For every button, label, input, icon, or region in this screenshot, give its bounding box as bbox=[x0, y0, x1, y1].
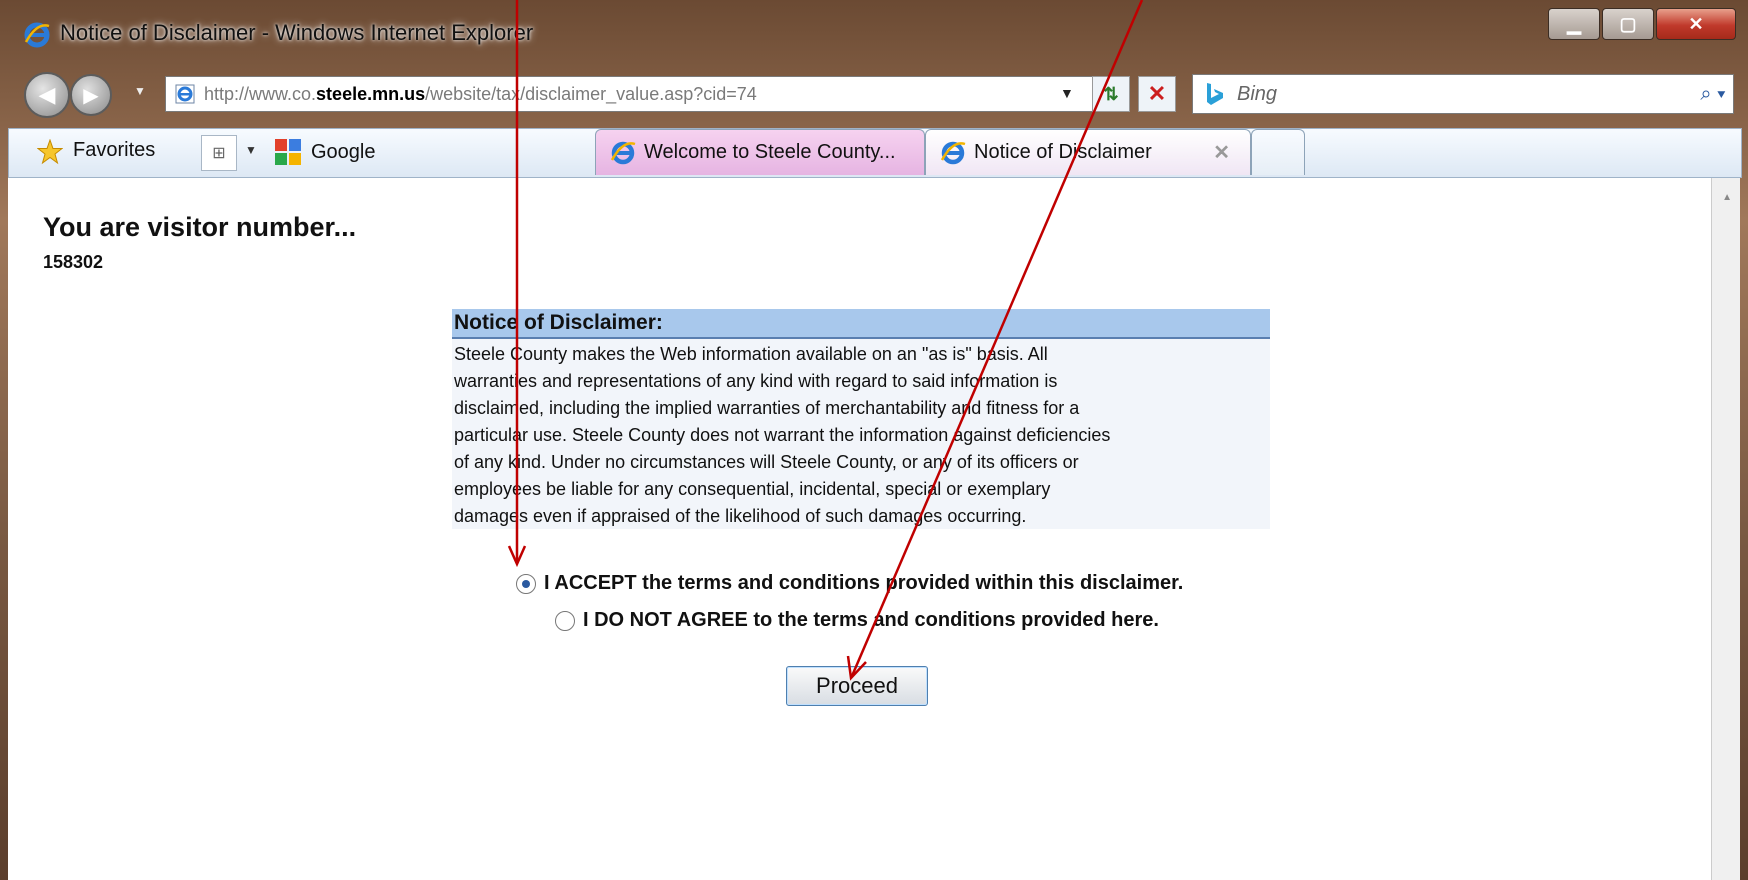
window-controls: ▁ ▢ ✕ bbox=[1546, 8, 1736, 40]
quick-tabs-icon: ⊞ bbox=[212, 145, 226, 162]
address-dropdown-icon[interactable]: ▼ bbox=[1060, 85, 1074, 101]
browser-window: Notice of Disclaimer - Windows Internet … bbox=[0, 0, 1748, 880]
navigation-bar: ◀ ▶ ▼ http://www.co.steele.mn.us/website… bbox=[0, 64, 1748, 122]
favorites-star-icon[interactable] bbox=[37, 139, 63, 165]
decline-option[interactable]: I DO NOT AGREE to the terms and conditio… bbox=[555, 609, 1159, 632]
ie-logo-icon bbox=[24, 22, 50, 48]
new-tab-button[interactable] bbox=[1251, 129, 1305, 175]
vertical-scrollbar[interactable]: ▲ bbox=[1711, 178, 1740, 880]
title-bar: Notice of Disclaimer - Windows Internet … bbox=[0, 0, 1748, 64]
tab-list-dropdown-icon[interactable]: ▼ bbox=[245, 143, 257, 157]
forward-button[interactable]: ▶ bbox=[70, 74, 112, 116]
disclaimer-line: employees be liable for any consequentia… bbox=[454, 479, 1051, 499]
search-icon[interactable]: ⌕ ▾ bbox=[1693, 83, 1733, 106]
disclaimer-line: Steele County makes the Web information … bbox=[454, 344, 1048, 364]
back-arrow-icon: ◀ bbox=[38, 82, 56, 107]
minimize-icon: ▁ bbox=[1567, 13, 1581, 34]
favorites-button[interactable]: Favorites bbox=[73, 139, 155, 162]
minimize-button[interactable]: ▁ bbox=[1548, 8, 1600, 40]
visitor-count: 158302 bbox=[43, 252, 104, 272]
page-content: You are visitor number... 158302 Notice … bbox=[8, 178, 1740, 880]
decline-label[interactable]: I DO NOT AGREE to the terms and conditio… bbox=[583, 609, 1159, 632]
close-button[interactable]: ✕ bbox=[1656, 8, 1736, 40]
refresh-button[interactable]: ⇅ bbox=[1092, 76, 1130, 112]
url-path: /website/tax/disclaimer_value.asp?cid=74 bbox=[425, 83, 757, 104]
refresh-icon: ⇅ bbox=[1103, 83, 1119, 104]
tab-notice-of-disclaimer[interactable]: Notice of Disclaimer ✕ bbox=[925, 129, 1251, 175]
bing-logo-icon bbox=[1207, 83, 1223, 105]
url-domain: steele.mn.us bbox=[316, 83, 426, 104]
back-button[interactable]: ◀ bbox=[24, 72, 70, 118]
scroll-up-arrow-icon[interactable]: ▲ bbox=[1722, 192, 1732, 203]
recent-pages-dropdown-icon[interactable]: ▼ bbox=[134, 84, 146, 98]
disclaimer-title: Notice of Disclaimer: bbox=[452, 309, 1270, 339]
stop-icon: ✕ bbox=[1147, 81, 1167, 106]
disclaimer-line: disclaimed, including the implied warran… bbox=[454, 398, 1080, 418]
search-box[interactable]: Bing ⌕ ▾ bbox=[1192, 74, 1734, 114]
search-placeholder[interactable]: Bing bbox=[1237, 83, 1693, 106]
page-icon bbox=[175, 84, 195, 104]
stop-button[interactable]: ✕ bbox=[1138, 76, 1176, 112]
window-title: Notice of Disclaimer - Windows Internet … bbox=[60, 20, 534, 45]
ie-page-icon bbox=[940, 141, 966, 164]
disclaimer-line: of any kind. Under no circumstances will… bbox=[454, 452, 1079, 472]
favorites-bar: Favorites ⊞ ▼ Google Welcome to Steele C… bbox=[8, 128, 1742, 178]
accept-label[interactable]: I ACCEPT the terms and conditions provid… bbox=[544, 572, 1183, 595]
google-icon[interactable] bbox=[273, 137, 303, 167]
url-prefix: http://www.co. bbox=[204, 83, 317, 104]
ie-page-icon bbox=[610, 141, 636, 164]
disclaimer-line: warranties and representations of any ki… bbox=[454, 371, 1058, 391]
forward-arrow-icon: ▶ bbox=[83, 84, 99, 107]
address-url[interactable]: http://www.co.steele.mn.us/website/tax/d… bbox=[204, 84, 757, 105]
tab-close-icon[interactable]: ✕ bbox=[1213, 140, 1230, 165]
disclaimer-line: damages even if appraised of the likelih… bbox=[454, 506, 1027, 526]
favorite-link-google[interactable]: Google bbox=[311, 141, 376, 164]
address-bar[interactable]: http://www.co.steele.mn.us/website/tax/d… bbox=[165, 76, 1097, 112]
tab-welcome-steele-county[interactable]: Welcome to Steele County... bbox=[595, 129, 925, 175]
accept-option[interactable]: I ACCEPT the terms and conditions provid… bbox=[516, 572, 1183, 595]
disclaimer-line: particular use. Steele County does not w… bbox=[454, 425, 1111, 445]
accept-radio[interactable] bbox=[516, 573, 536, 594]
maximize-icon: ▢ bbox=[1619, 13, 1637, 34]
tab-title: Notice of Disclaimer bbox=[974, 141, 1152, 163]
maximize-button[interactable]: ▢ bbox=[1602, 8, 1654, 40]
disclaimer-box: Notice of Disclaimer: Steele County make… bbox=[452, 309, 1270, 529]
quick-tabs-button[interactable]: ⊞ bbox=[201, 135, 237, 171]
disclaimer-text: Steele County makes the Web information … bbox=[452, 339, 1270, 532]
close-icon: ✕ bbox=[1688, 13, 1704, 34]
decline-radio[interactable] bbox=[555, 610, 575, 631]
tab-title: Welcome to Steele County... bbox=[644, 141, 896, 163]
visitor-heading: You are visitor number... bbox=[43, 212, 357, 242]
proceed-button[interactable]: Proceed bbox=[786, 666, 928, 706]
